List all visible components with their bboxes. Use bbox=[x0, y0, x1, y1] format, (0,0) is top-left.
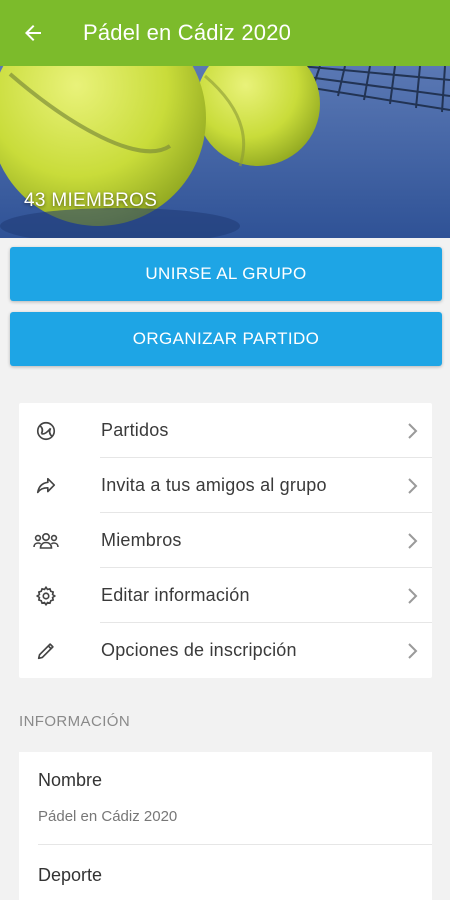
menu-item-label: Editar información bbox=[101, 585, 250, 605]
group-menu: Partidos Invita a tus amigos al grupo Mi… bbox=[19, 403, 432, 678]
join-group-button[interactable]: UNIRSE AL GRUPO bbox=[10, 247, 442, 301]
sport-label: Deporte bbox=[38, 865, 103, 885]
chevron-right-icon bbox=[408, 477, 418, 494]
menu-item-label: Partidos bbox=[101, 420, 169, 440]
members-count: 43 MIEMBROS bbox=[24, 190, 158, 211]
page-title: Pádel en Cádiz 2020 bbox=[83, 20, 292, 45]
menu-item-members[interactable]: Miembros bbox=[19, 513, 432, 568]
chevron-right-icon bbox=[408, 532, 418, 549]
chevron-right-icon bbox=[408, 642, 418, 659]
menu-item-label: Invita a tus amigos al grupo bbox=[101, 475, 327, 495]
info-card: Nombre Pádel en Cádiz 2020 Deporte bbox=[19, 752, 432, 900]
members-icon bbox=[33, 532, 59, 549]
menu-item-partidos[interactable]: Partidos bbox=[19, 403, 432, 458]
back-button[interactable] bbox=[0, 0, 66, 66]
info-section-title: INFORMACIÓN bbox=[19, 713, 131, 730]
share-icon bbox=[36, 477, 56, 493]
name-value: Pádel en Cádiz 2020 bbox=[38, 808, 178, 825]
menu-item-label: Opciones de inscripción bbox=[101, 640, 297, 660]
gear-icon bbox=[35, 585, 57, 606]
group-cover-image: 43 MIEMBROS bbox=[0, 66, 450, 238]
chevron-right-icon bbox=[408, 422, 418, 439]
menu-item-edit-info[interactable]: Editar información bbox=[19, 568, 432, 623]
divider bbox=[38, 844, 432, 845]
menu-item-registration-options[interactable]: Opciones de inscripción bbox=[19, 623, 432, 678]
name-label: Nombre bbox=[38, 770, 103, 790]
chevron-right-icon bbox=[408, 587, 418, 604]
pencil-icon bbox=[37, 642, 54, 659]
organize-match-button[interactable]: ORGANIZAR PARTIDO bbox=[10, 312, 442, 366]
menu-item-invite[interactable]: Invita a tus amigos al grupo bbox=[19, 458, 432, 513]
padel-balls-illustration bbox=[0, 66, 450, 238]
back-arrow-icon bbox=[25, 25, 41, 41]
tennis-ball-icon bbox=[36, 421, 56, 440]
menu-item-label: Miembros bbox=[101, 530, 182, 550]
app-bar: Pádel en Cádiz 2020 bbox=[0, 0, 450, 66]
